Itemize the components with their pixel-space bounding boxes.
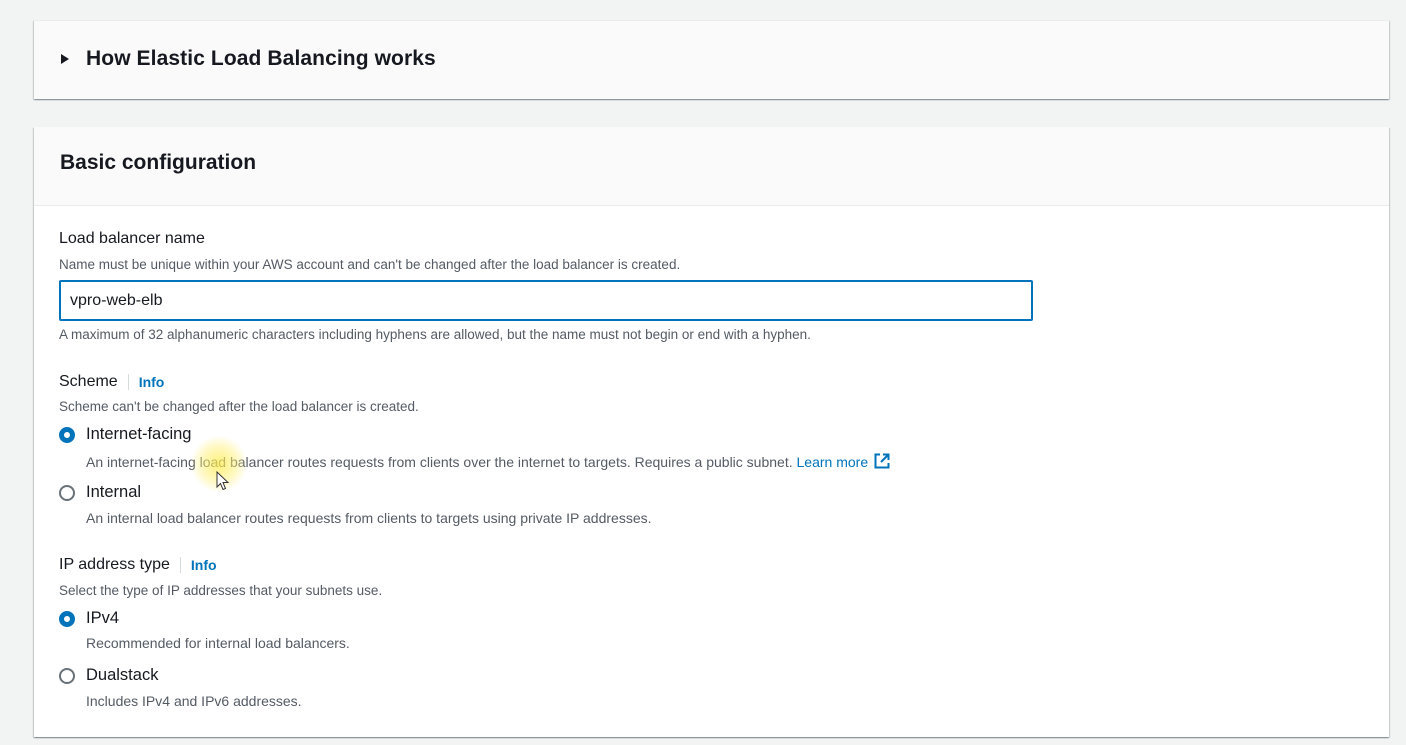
ip-address-type-label: IP address type xyxy=(59,556,170,573)
basic-configuration-header: Basic configuration xyxy=(34,127,1389,206)
internal-label: Internal xyxy=(86,483,142,501)
external-link-icon xyxy=(874,453,890,469)
how-elb-works-expander[interactable]: How Elastic Load Balancing works xyxy=(58,43,436,75)
load-balancer-name-input[interactable] xyxy=(59,280,1033,321)
ip-option-ipv4[interactable]: IPv4 xyxy=(59,609,119,628)
radio-ipv4[interactable] xyxy=(59,610,75,627)
radio-internal[interactable] xyxy=(59,484,75,501)
ip-option-dualstack[interactable]: Dualstack xyxy=(59,666,158,685)
internet-facing-label: Internet-facing xyxy=(86,425,192,443)
load-balancer-name-description: Name must be unique within your AWS acco… xyxy=(59,257,681,272)
scheme-option-internal[interactable]: Internal xyxy=(59,483,141,502)
caret-right-icon xyxy=(61,54,69,64)
internet-facing-description: An internet-facing load balancer routes … xyxy=(86,454,793,470)
internal-description: An internal load balancer routes request… xyxy=(86,510,652,526)
ip-address-type-info-link[interactable]: Info xyxy=(179,557,217,573)
scheme-label: Scheme xyxy=(59,373,118,390)
radio-internet-facing[interactable] xyxy=(59,426,75,443)
internet-facing-description-row: An internet-facing load balancer routes … xyxy=(86,452,891,470)
learn-more-link[interactable]: Learn more xyxy=(796,453,892,470)
how-elb-works-title: How Elastic Load Balancing works xyxy=(86,47,436,70)
how-elb-works-panel: How Elastic Load Balancing works xyxy=(34,20,1389,99)
learn-more-label: Learn more xyxy=(796,454,869,470)
dualstack-description: Includes IPv4 and IPv6 addresses. xyxy=(86,693,302,709)
scheme-info-link[interactable]: Info xyxy=(127,374,164,390)
basic-configuration-title: Basic configuration xyxy=(60,151,257,174)
ipv4-description: Recommended for internal load balancers. xyxy=(86,635,350,651)
ip-address-type-description: Select the type of IP addresses that you… xyxy=(59,583,383,598)
dualstack-label: Dualstack xyxy=(86,666,159,684)
scheme-label-row: Scheme Info xyxy=(59,373,164,391)
ipv4-label: IPv4 xyxy=(86,609,120,627)
load-balancer-name-label: Load balancer name xyxy=(59,230,205,247)
load-balancer-name-constraint: A maximum of 32 alphanumeric characters … xyxy=(59,327,811,342)
radio-dualstack[interactable] xyxy=(59,667,75,684)
basic-configuration-panel: Basic configuration Load balancer name N… xyxy=(34,127,1389,737)
ip-address-type-label-row: IP address type Info xyxy=(59,556,217,574)
scheme-description: Scheme can't be changed after the load b… xyxy=(59,399,419,414)
scheme-option-internet-facing[interactable]: Internet-facing xyxy=(59,425,191,444)
